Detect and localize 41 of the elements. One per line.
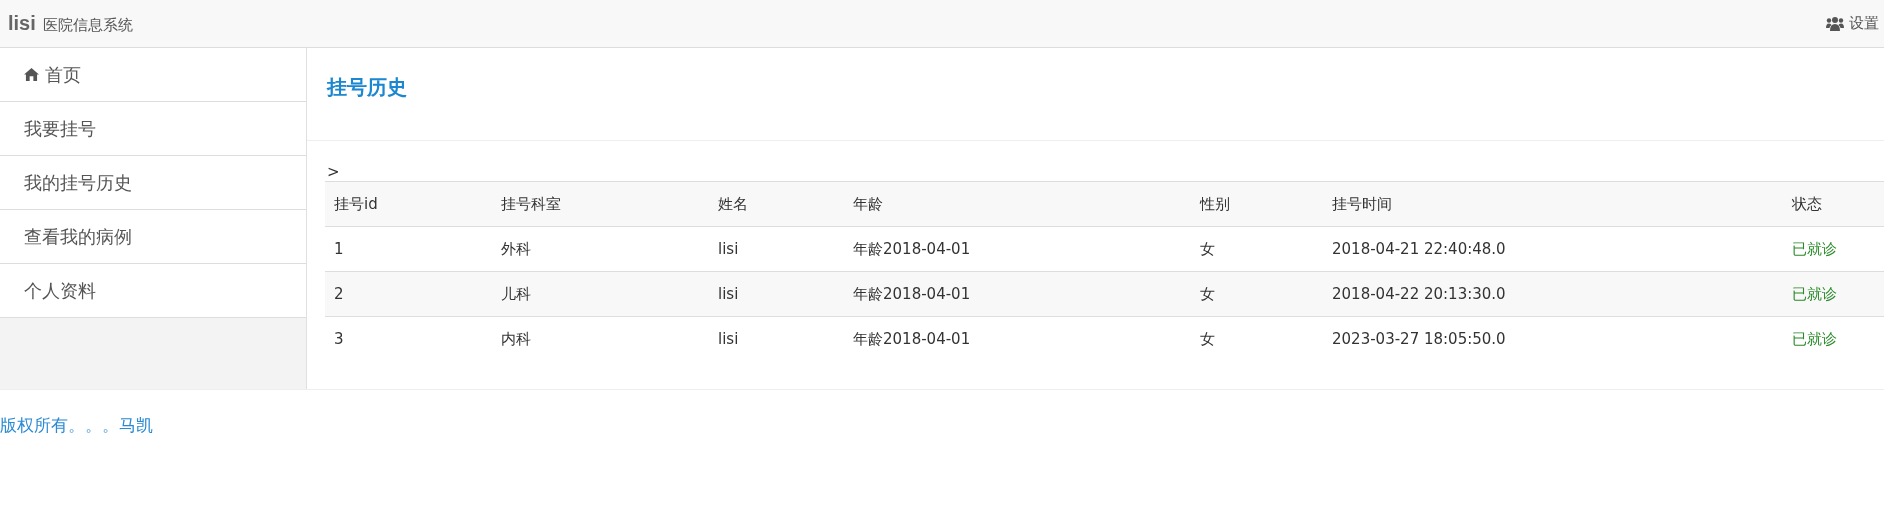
table-cell: 年龄2018-04-01 [844, 316, 1191, 361]
table-cell: 女 [1191, 226, 1323, 272]
table-cell: lisi [709, 316, 844, 361]
column-header: 挂号时间 [1323, 181, 1783, 227]
column-header: 挂号id [325, 181, 492, 227]
status-cell: 已就诊 [1783, 226, 1884, 272]
table-cell: lisi [709, 226, 844, 272]
table-cell: 2018-04-22 20:13:30.0 [1323, 271, 1783, 317]
column-header: 状态 [1783, 181, 1884, 227]
status-cell: 已就诊 [1783, 271, 1884, 317]
table-cell: 2018-04-21 22:40:48.0 [1323, 226, 1783, 272]
status-cell: 已就诊 [1783, 316, 1884, 361]
table-cell: 女 [1191, 316, 1323, 361]
page-title: 挂号历史 [327, 74, 408, 101]
table-cell: 女 [1191, 271, 1323, 317]
table-cell: 1 [325, 226, 492, 272]
table-cell: 2 [325, 271, 492, 317]
table-cell: 年龄2018-04-01 [844, 271, 1191, 317]
system-title: 医院信息系统 [42, 16, 133, 35]
table-cell: 儿科 [492, 271, 709, 317]
sidebar-item[interactable]: 查看我的病例 [0, 210, 306, 264]
column-header: 挂号科室 [492, 181, 709, 227]
sidebar-item[interactable]: 我的挂号历史 [0, 156, 306, 210]
breadcrumb: > [327, 163, 340, 181]
brand-name: lisi [8, 12, 36, 35]
table-cell: lisi [709, 271, 844, 317]
column-header: 姓名 [709, 181, 844, 227]
column-header: 年龄 [844, 181, 1191, 227]
settings-menu[interactable]: 设置 [1826, 14, 1884, 33]
table-cell: 外科 [492, 226, 709, 272]
column-header: 性别 [1191, 181, 1323, 227]
table-cell: 2023-03-27 18:05:50.0 [1323, 316, 1783, 361]
sidebar-item[interactable]: 个人资料 [0, 264, 306, 318]
table-cell: 内科 [492, 316, 709, 361]
copyright-link[interactable]: 版权所有。。。马凯 [0, 414, 153, 437]
home-icon [24, 68, 39, 81]
table-cell: 3 [325, 316, 492, 361]
sidebar-item[interactable]: 我要挂号 [0, 102, 306, 156]
sidebar-item[interactable]: 首页 [0, 48, 306, 102]
users-icon [1826, 15, 1844, 32]
table-cell: 年龄2018-04-01 [844, 226, 1191, 272]
